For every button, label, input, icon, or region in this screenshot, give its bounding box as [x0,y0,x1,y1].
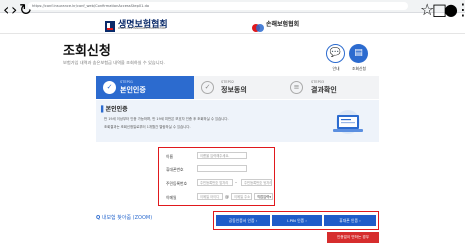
gia-logo-icon [252,18,264,32]
step-2-number: STEP02 [221,80,235,84]
email-domain-select[interactable]: 직접입력 ▾ [254,193,273,200]
gia-logo-text[interactable]: 손해보험협회 [266,19,299,28]
shield-icon: ✓ [201,81,214,94]
document-icon: ▤ [354,48,363,58]
phone-auth-button[interactable]: 휴대폰 인증 › [324,215,376,226]
step-1-name: 본인인증 [120,86,146,94]
cert-auth-button[interactable]: 공동인증서 인증 › [216,215,270,226]
klia-logo-icon [105,17,115,32]
menu-icon[interactable]: ⋮ [455,0,465,19]
page-title: 조회신청 [63,44,111,59]
name-input[interactable]: 이름을 입력해주세요. [197,152,247,159]
chat-icon: 💬 [329,48,342,58]
page-subtitle: 보험가입 내역과 숨은보험금 내역을 조회하실 수 있습니다. [63,60,165,65]
laptop-illustration-icon [329,110,367,138]
email-label: 이메일 [166,195,177,200]
header-divider [0,33,465,34]
step-1-number: STEP01 [120,80,134,84]
rrn-dash: – [235,180,237,185]
auth-bullet-2: 조회결과는 조회신청일로부터 1개월간 열람하실 수 있습니다. [104,125,191,129]
arrow-right-icon: › [305,218,307,223]
guide-button[interactable]: 💬 [326,44,345,63]
check-icon: ✓ [103,81,116,94]
step-2-name: 정보동의 [221,86,247,94]
search-icon: Q [96,215,101,221]
chevron-down-icon: ▾ [269,195,271,199]
history-label: 조회신청 [352,66,366,71]
arrow-right-icon: › [255,218,258,223]
back-icon[interactable]: ‹ [3,0,9,19]
email-domain-input[interactable]: 이메일 주소 [231,193,252,200]
step-3-name: 결과확인 [311,86,337,94]
history-button[interactable]: ▤ [349,44,368,63]
no-cert-button[interactable]: 인증없이 만하는 경우 [327,232,379,243]
result-icon: ≡ [290,81,303,94]
phone-input[interactable] [197,165,247,172]
rrn-back-input[interactable]: 주민등록번호 뒷자리 [241,179,272,186]
zoom-link[interactable]: Q 내보험 찾아줌 (ZOOM) [96,214,152,221]
rrn-label: 주민등록번호 [166,181,187,186]
email-id-input[interactable]: 이메일 아이디 [197,193,223,200]
klia-logo-subtext: KOREA LIFE INSURANCE ASSOCIATION [118,27,166,30]
auth-bullet-1: 만 19세 이상부터 인증 가능하며, 만 19세 미만은 보호자 인증 후 조… [104,117,229,121]
name-label: 이름 [166,154,173,159]
forward-icon[interactable]: › [11,0,17,19]
email-at: @ [225,194,229,199]
step-3-number: STEP03 [311,80,325,84]
phone-label: 휴대폰번호 [166,167,184,172]
auth-title: ▌본인인증 [101,106,128,113]
url-text[interactable]: https://conf.insurance.kr/conf_web/Confi… [32,2,149,10]
ipin-auth-button[interactable]: I-PIN 인증 › [272,215,322,226]
rrn-front-input[interactable]: 주민등록번호 앞자리 [197,179,233,186]
arrow-right-icon: › [359,218,361,223]
